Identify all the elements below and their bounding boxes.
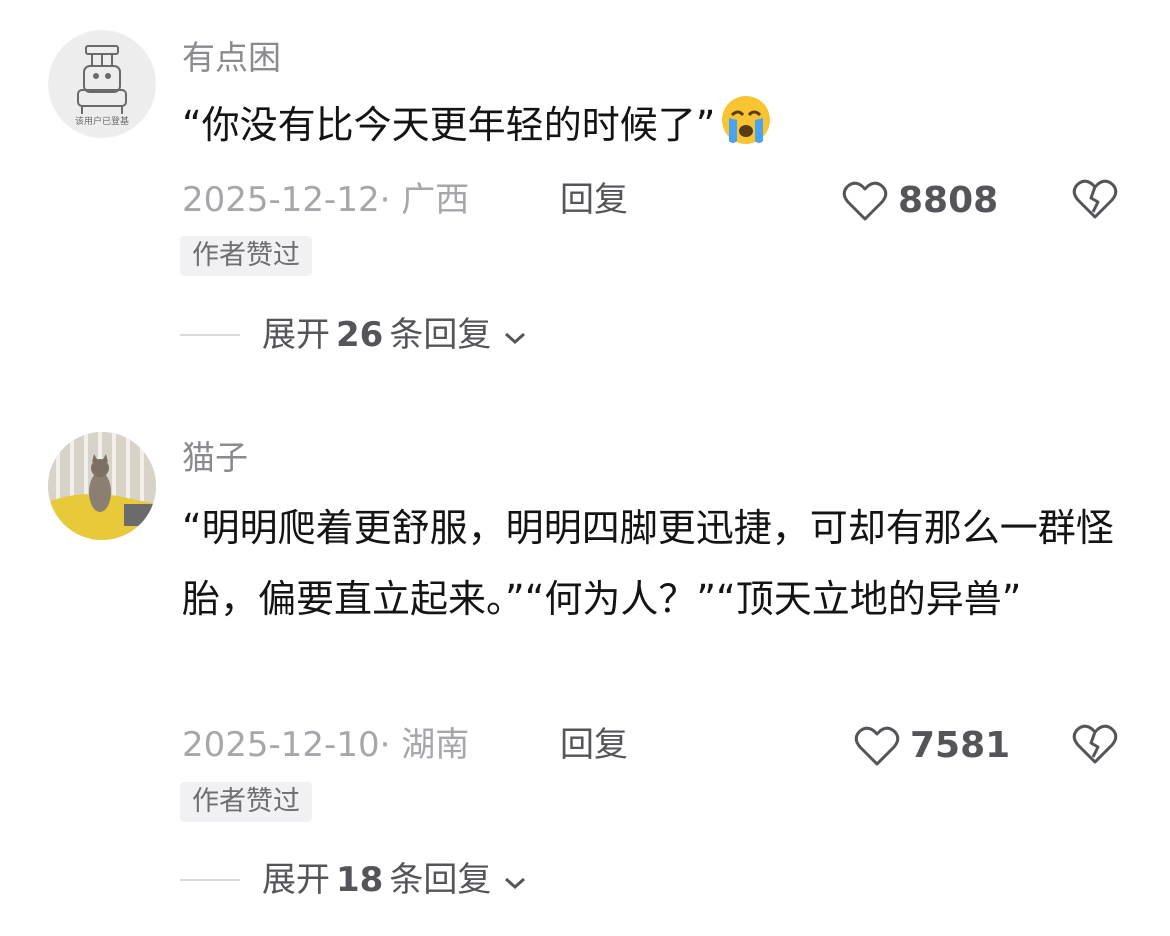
reply-button[interactable]: 回复 [560,725,628,765]
author-liked-badge: 作者赞过 [180,236,312,276]
author-liked-badge: 作者赞过 [180,782,312,822]
chevron-down-icon [503,860,527,900]
expand-prefix: 展开 [262,860,330,900]
comment-text: “明明爬着更舒服，明明四脚更迅捷，可却有那么一群怪胎，偏要直立起来。”“何为人？… [182,506,1114,621]
comment-text: “你没有比今天更年轻的时候了” [182,90,1127,170]
expand-suffix: 条回复 [389,860,492,900]
heart-outline-icon [842,181,888,221]
comment-meta: 2025-12-10· 湖南 [182,725,470,765]
username[interactable]: 有点困 [182,38,281,78]
like-button[interactable]: 7581 [854,725,1010,767]
like-count: 8808 [898,180,999,221]
chevron-down-icon [503,315,527,355]
comment-meta: 2025-12-12· 广西 [182,180,470,220]
reply-button[interactable]: 回复 [560,180,628,220]
loudly-crying-face-icon [719,93,773,170]
divider-line [180,879,240,881]
expand-suffix: 条回复 [389,315,492,355]
divider-line [180,334,240,336]
broken-heart-icon [1072,179,1118,219]
svg-text:该用户已登基: 该用户已登基 [75,115,129,127]
like-button[interactable]: 8808 [842,180,998,222]
expand-replies-button[interactable]: 展开 26 条回复 [180,315,527,355]
dislike-button[interactable] [1072,178,1118,224]
expand-prefix: 展开 [262,315,330,355]
dislike-button[interactable] [1072,723,1118,769]
comment-text-content: “你没有比今天更年轻的时候了” [182,103,716,147]
expand-count: 18 [336,860,384,900]
like-count: 7581 [910,725,1011,766]
username[interactable]: 猫子 [182,438,248,478]
avatar[interactable]: 该用户已登基 [48,30,156,138]
expand-count: 26 [336,315,384,355]
broken-heart-icon [1072,724,1118,764]
avatar[interactable] [48,432,156,540]
expand-replies-button[interactable]: 展开 18 条回复 [180,860,527,900]
heart-outline-icon [854,726,900,766]
